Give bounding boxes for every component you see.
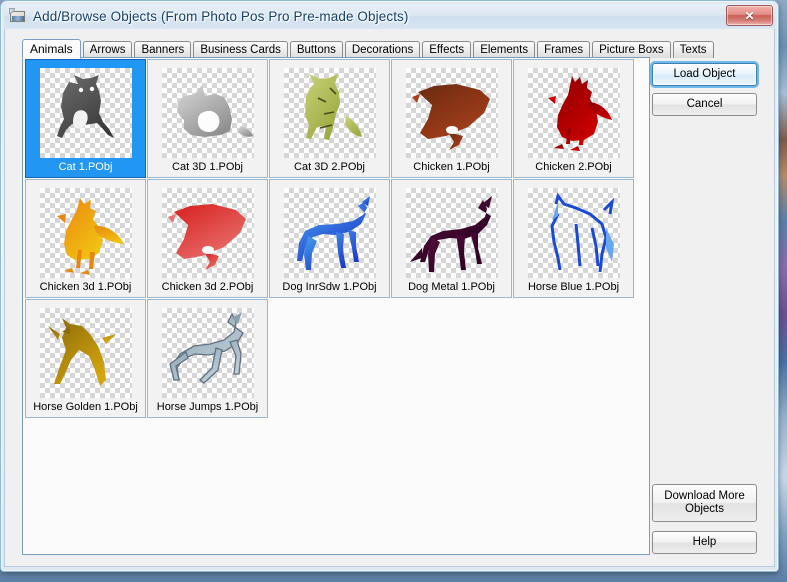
- tab-picture-boxs[interactable]: Picture Boxs: [592, 41, 671, 58]
- object-cell[interactable]: Cat 1.PObj: [25, 59, 146, 178]
- tab-effects[interactable]: Effects: [422, 41, 472, 58]
- tab-texts[interactable]: Texts: [672, 41, 714, 58]
- object-label: Cat 3D 2.PObj: [294, 161, 365, 173]
- object-label: Horse Blue 1.PObj: [527, 281, 620, 293]
- window-title: Add/Browse Objects (From Photo Pos Pro P…: [33, 9, 409, 24]
- chicken-gold-icon: [39, 188, 132, 278]
- object-cell[interactable]: Dog InrSdw 1.PObj: [269, 179, 390, 298]
- object-thumbnail-grid: Cat 1.PObj Cat 3D 1.PObj Cat 3D 2.PObj Chic…: [23, 58, 649, 419]
- object-cell[interactable]: Chicken 1.PObj: [391, 59, 512, 178]
- object-label: Cat 1.PObj: [58, 161, 113, 173]
- object-label: Chicken 3d 1.PObj: [39, 281, 132, 293]
- horse-rear-icon: [39, 308, 132, 398]
- object-label: Chicken 3d 2.PObj: [161, 281, 254, 293]
- object-browser-panel[interactable]: Cat 1.PObj Cat 3D 1.PObj Cat 3D 2.PObj Chic…: [22, 57, 650, 555]
- close-button[interactable]: ✕: [726, 5, 773, 26]
- object-cell[interactable]: Chicken 3d 2.PObj: [147, 179, 268, 298]
- object-cell[interactable]: Dog Metal 1.PObj: [391, 179, 512, 298]
- title-bar: Add/Browse Objects (From Photo Pos Pro P…: [4, 4, 775, 29]
- object-label: Dog InrSdw 1.PObj: [282, 281, 377, 293]
- object-cell[interactable]: Cat 3D 1.PObj: [147, 59, 268, 178]
- photo-object-icon: [9, 8, 27, 25]
- object-cell[interactable]: Cat 3D 2.PObj: [269, 59, 390, 178]
- cancel-button[interactable]: Cancel: [652, 93, 757, 116]
- download-more-objects-button[interactable]: Download More Objects: [652, 484, 757, 522]
- horse-jump-icon: [161, 308, 254, 398]
- dialog-client-area: Animals Arrows Banners Business Cards Button…: [4, 29, 775, 567]
- dialog-window: Add/Browse Objects (From Photo Pos Pro P…: [0, 0, 779, 572]
- tab-business-cards[interactable]: Business Cards: [193, 41, 288, 58]
- help-button[interactable]: Help: [652, 531, 757, 554]
- tab-arrows[interactable]: Arrows: [82, 41, 133, 58]
- object-label: Chicken 1.PObj: [413, 161, 490, 173]
- object-cell[interactable]: Chicken 3d 1.PObj: [25, 179, 146, 298]
- cat-standing-icon: [283, 68, 376, 158]
- tab-frames[interactable]: Frames: [537, 41, 591, 58]
- object-cell[interactable]: Chicken 2.PObj: [513, 59, 634, 178]
- cat-sitting-icon: [39, 68, 132, 158]
- close-icon: ✕: [744, 8, 755, 23]
- tab-buttons[interactable]: Buttons: [289, 41, 343, 58]
- object-label: Cat 3D 1.PObj: [172, 161, 243, 173]
- chicken-lying-icon: [405, 68, 498, 158]
- object-label: Chicken 2.PObj: [535, 161, 612, 173]
- horse-outline-icon: [527, 188, 620, 278]
- object-label: Horse Golden 1.PObj: [33, 401, 138, 413]
- category-tab-strip: Animals Arrows Banners Business Cards Button…: [22, 39, 716, 59]
- object-label: Horse Jumps 1.PObj: [156, 401, 259, 413]
- chicken-lying-icon: [161, 188, 254, 278]
- object-cell[interactable]: Horse Jumps 1.PObj: [147, 299, 268, 418]
- tab-elements[interactable]: Elements: [473, 41, 536, 58]
- cat-lying-icon: [161, 68, 254, 158]
- tab-animals[interactable]: Animals: [22, 39, 81, 59]
- object-cell[interactable]: Horse Blue 1.PObj: [513, 179, 634, 298]
- load-object-button[interactable]: Load Object: [652, 63, 757, 86]
- tab-decorations[interactable]: Decorations: [344, 41, 421, 58]
- dog-slim-icon: [283, 188, 376, 278]
- object-cell[interactable]: Horse Golden 1.PObj: [25, 299, 146, 418]
- object-label: Dog Metal 1.PObj: [408, 281, 495, 293]
- tab-banners[interactable]: Banners: [134, 41, 192, 58]
- dog-shepherd-icon: [405, 188, 498, 278]
- rooster-icon: [527, 68, 620, 158]
